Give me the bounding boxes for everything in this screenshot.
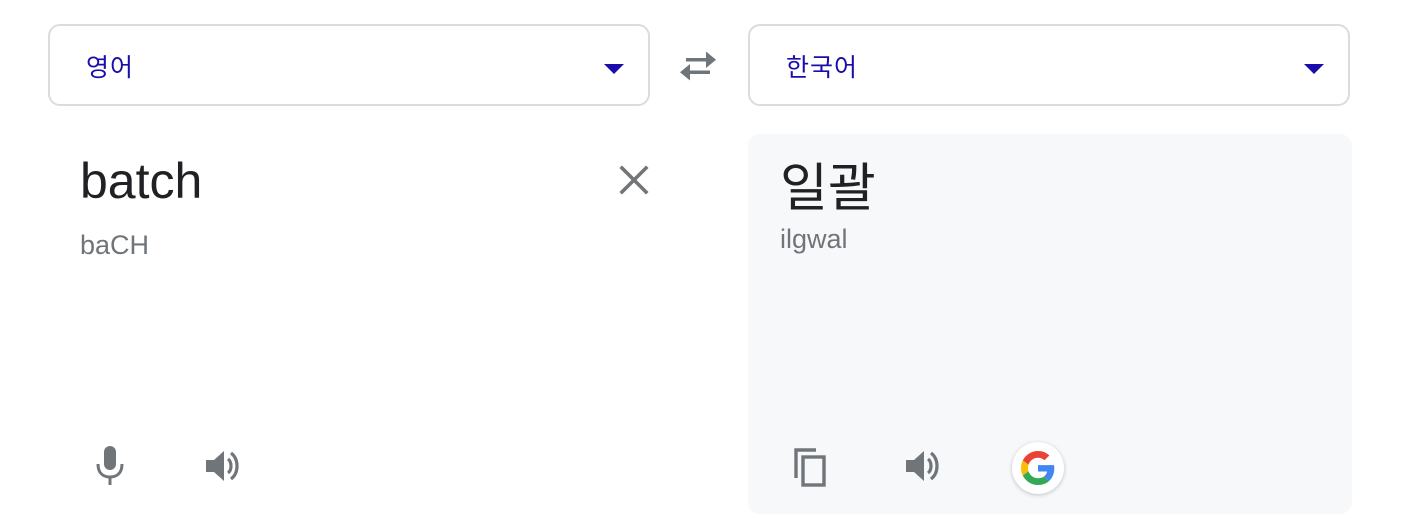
source-transliteration: baCH [80,230,150,260]
close-icon [619,165,649,195]
translated-text: 일괄 [780,159,876,219]
clear-text-button[interactable] [612,158,656,202]
target-language-label: 한국어 [786,53,859,82]
source-language-dropdown-icon [604,64,624,74]
source-language-label: 영어 [86,53,135,82]
target-language-select[interactable]: 한국어 [748,24,1350,106]
microphone-button[interactable] [82,438,138,494]
source-listen-button[interactable] [194,438,250,494]
google-search-button[interactable] [1012,442,1064,494]
target-listen-button[interactable] [894,438,950,494]
target-language-dropdown-icon [1304,64,1324,74]
google-logo-icon [1021,451,1055,485]
source-language-select[interactable]: 영어 [48,24,650,106]
translation-panel: 일괄 ilgwal [748,134,1352,514]
swap-arrows-icon [680,51,716,81]
target-transliteration: ilgwal [780,224,848,254]
speaker-icon [206,451,239,481]
copy-button[interactable] [782,438,838,494]
microphone-icon [96,446,124,485]
copy-icon [794,448,826,487]
swap-languages-button[interactable] [674,46,722,86]
source-text-input[interactable]: batch [80,152,202,210]
speaker-icon [906,451,939,481]
